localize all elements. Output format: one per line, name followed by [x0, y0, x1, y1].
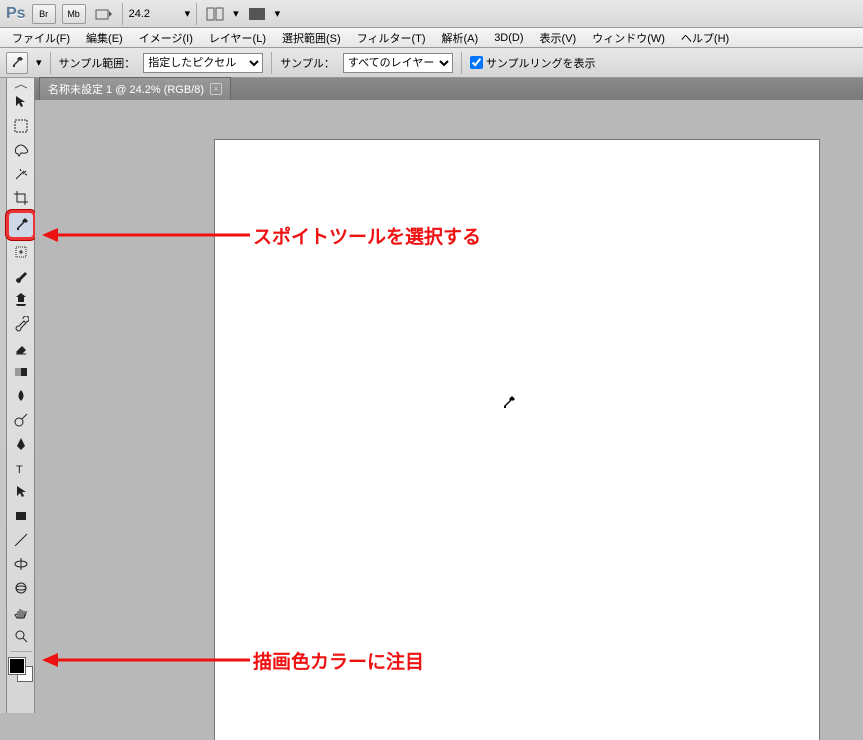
type-tool[interactable]: T [9, 456, 33, 480]
line-tool[interactable] [9, 528, 33, 552]
dropdown-arrow-icon[interactable]: ▾ [233, 7, 239, 20]
marquee-tool[interactable] [9, 114, 33, 138]
show-sample-ring-checkbox[interactable]: サンプルリングを表示 [470, 55, 596, 71]
sample-select[interactable]: すべてのレイヤー [343, 53, 453, 73]
canvas-viewport[interactable] [35, 100, 863, 713]
screen-mode-icon[interactable] [245, 4, 269, 24]
foreground-color-swatch[interactable] [9, 658, 25, 674]
eyedropper-tool[interactable] [6, 210, 36, 240]
toolbox-separator [10, 651, 32, 652]
menu-help[interactable]: ヘルプ(H) [673, 28, 737, 48]
menu-window[interactable]: ウィンドウ(W) [584, 28, 673, 48]
document-tab-strip: 名称未設定 1 @ 24.2% (RGB/8) × [35, 78, 863, 100]
canvas[interactable] [215, 140, 819, 740]
sample-range-label: サンプル範囲： [59, 55, 136, 71]
zoom-level-input[interactable] [129, 4, 179, 24]
dropdown-arrow-icon[interactable]: ▾ [185, 7, 191, 20]
document-tab[interactable]: 名称未設定 1 @ 24.2% (RGB/8) × [39, 77, 231, 100]
healing-brush-tool[interactable] [9, 240, 33, 264]
app-top-bar: Ps Br Mb ▾ ▾ ▾ [0, 0, 863, 28]
menu-filter[interactable]: フィルター(T) [349, 28, 434, 48]
separator [122, 3, 123, 25]
eraser-tool[interactable] [9, 336, 33, 360]
view-extras-icon[interactable] [92, 4, 116, 24]
dodge-tool[interactable] [9, 408, 33, 432]
dropdown-arrow-icon[interactable]: ▾ [275, 7, 281, 20]
path-selection-tool[interactable] [9, 480, 33, 504]
close-tab-icon[interactable]: × [210, 83, 222, 95]
separator [196, 3, 197, 25]
menu-edit[interactable]: 編集(E) [78, 28, 131, 48]
document-area: 名称未設定 1 @ 24.2% (RGB/8) × [35, 78, 863, 713]
menu-file[interactable]: ファイル(F) [4, 28, 78, 48]
menu-select[interactable]: 選択範囲(S) [274, 28, 349, 48]
sample-range-select[interactable]: 指定したピクセル [143, 53, 263, 73]
menu-layer[interactable]: レイヤー(L) [201, 28, 274, 48]
dropdown-arrow-icon[interactable]: ▾ [36, 56, 42, 69]
color-swatches[interactable] [8, 657, 34, 687]
separator [50, 52, 51, 74]
menu-view[interactable]: 表示(V) [532, 28, 585, 48]
sample-label: サンプル： [280, 55, 335, 71]
pen-tool[interactable] [9, 432, 33, 456]
zoom-tool[interactable] [9, 624, 33, 648]
menu-image[interactable]: イメージ(I) [131, 28, 201, 48]
show-sample-ring-input[interactable] [470, 56, 483, 69]
menu-3d[interactable]: 3D(D) [486, 30, 531, 46]
show-sample-ring-label: サンプルリングを表示 [486, 55, 596, 71]
separator [461, 52, 462, 74]
minibridge-button[interactable]: Mb [62, 4, 86, 24]
crop-tool[interactable] [9, 186, 33, 210]
left-ruler [0, 78, 7, 713]
toolbox: T [7, 78, 35, 713]
clone-stamp-tool[interactable] [9, 288, 33, 312]
history-brush-tool[interactable] [9, 312, 33, 336]
menu-analysis[interactable]: 解析(A) [434, 28, 487, 48]
brush-tool[interactable] [9, 264, 33, 288]
menu-bar: ファイル(F) 編集(E) イメージ(I) レイヤー(L) 選択範囲(S) フィ… [0, 28, 863, 48]
arrange-docs-icon[interactable] [203, 4, 227, 24]
3d-orbit-tool[interactable] [9, 576, 33, 600]
gradient-tool[interactable] [9, 360, 33, 384]
magic-wand-tool[interactable] [9, 162, 33, 186]
bridge-button[interactable]: Br [32, 4, 56, 24]
eyedropper-cursor-icon [500, 395, 516, 411]
lasso-tool[interactable] [9, 138, 33, 162]
app-logo: Ps [6, 5, 26, 23]
separator [271, 52, 272, 74]
blur-tool[interactable] [9, 384, 33, 408]
svg-text:T: T [16, 464, 23, 476]
3d-rotate-tool[interactable] [9, 552, 33, 576]
hand-tool[interactable] [9, 600, 33, 624]
tool-options-bar: ▾ サンプル範囲： 指定したピクセル サンプル： すべてのレイヤー サンプルリン… [0, 48, 863, 78]
document-tab-title: 名称未設定 1 @ 24.2% (RGB/8) [48, 81, 204, 97]
shape-tool[interactable] [9, 504, 33, 528]
current-tool-icon[interactable] [6, 52, 28, 74]
move-tool[interactable] [9, 90, 33, 114]
